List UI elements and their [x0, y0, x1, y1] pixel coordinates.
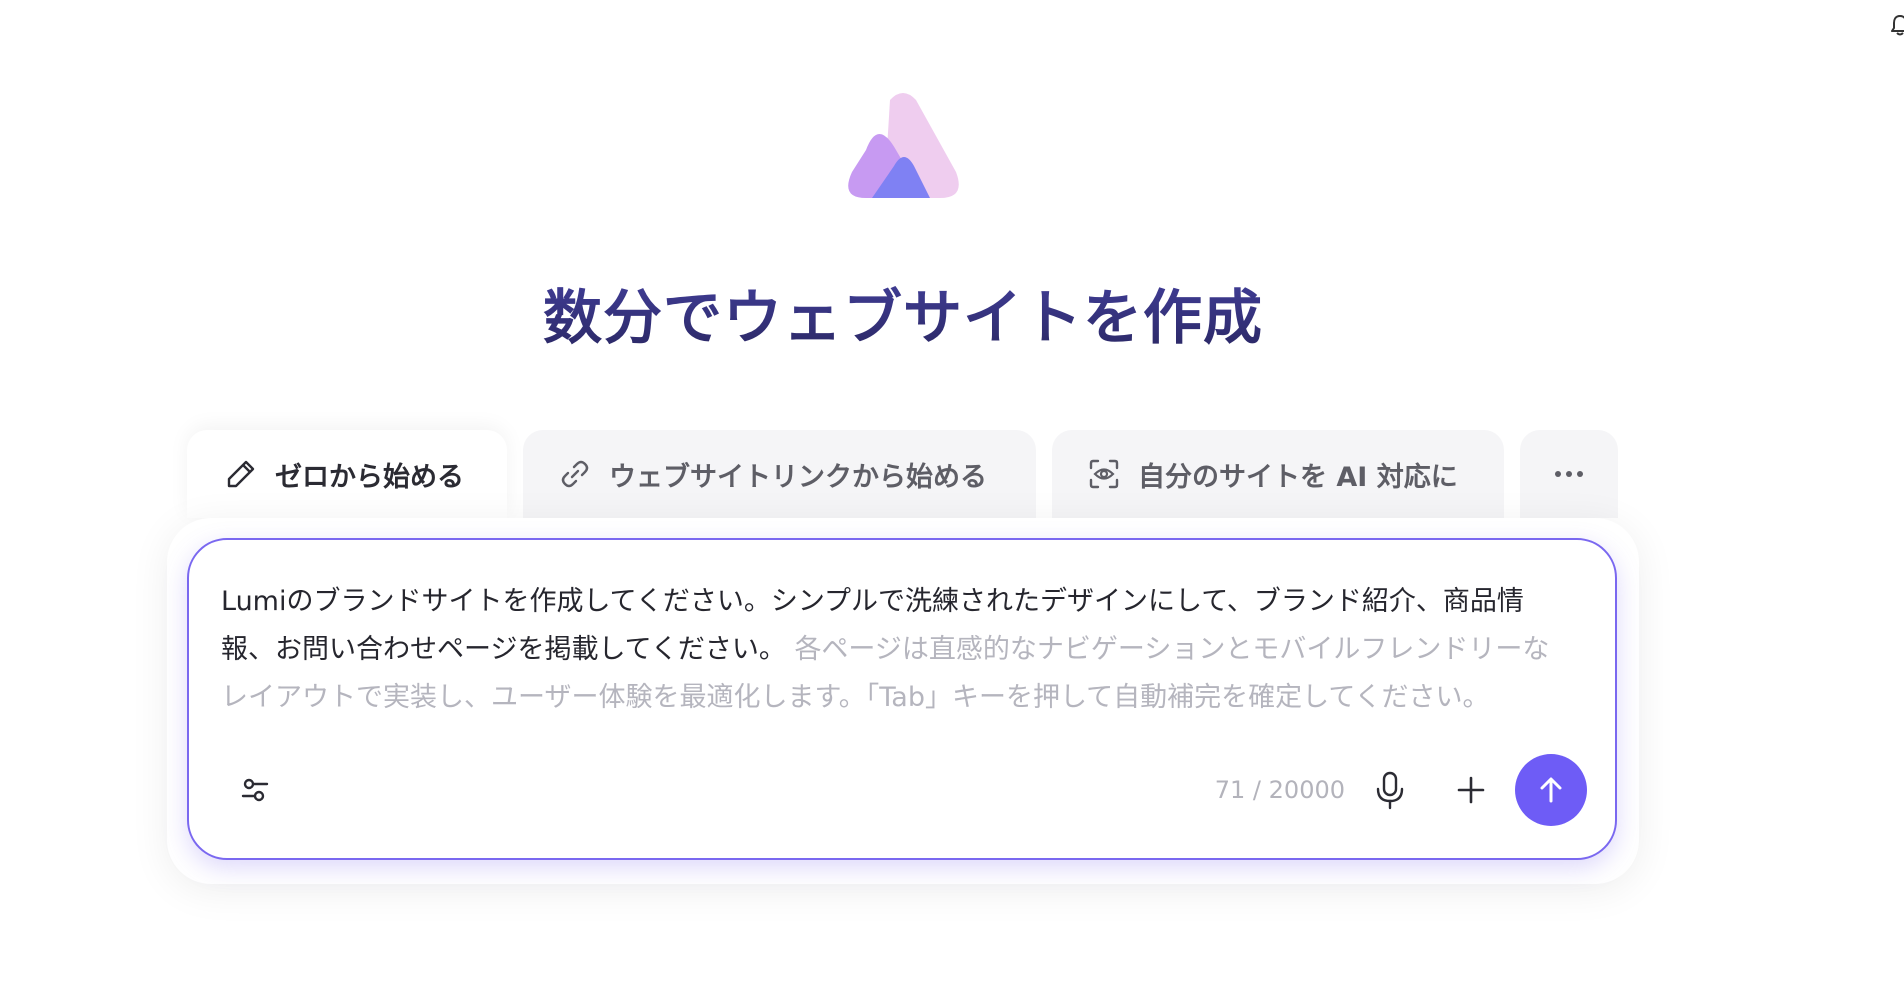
- bell-icon[interactable]: [1890, 14, 1904, 36]
- brand-logo-icon: [848, 93, 959, 198]
- character-counter: 71 / 20000: [1214, 776, 1345, 804]
- tab-more-options[interactable]: [1520, 430, 1618, 518]
- tab-label: ウェブサイトリンクから始める: [609, 461, 987, 493]
- tab-start-from-scratch[interactable]: ゼロから始める: [187, 430, 507, 518]
- add-attachment-icon[interactable]: [1452, 771, 1490, 809]
- page: 数分でウェブサイトを作成 ゼロから始める ウェブサイトリンクから始める 自分のサ…: [0, 0, 1904, 982]
- page-title: 数分でウェブサイトを作成: [0, 270, 1806, 355]
- arrow-up-icon: [1540, 777, 1562, 803]
- tab-make-site-ai-ready[interactable]: 自分のサイトを AI 対応に: [1052, 430, 1504, 518]
- link-icon: [561, 460, 589, 488]
- tab-label: ゼロから始める: [275, 461, 464, 493]
- composer-card: Lumiのブランドサイトを作成してください。シンプルで洗練されたデザインにして、…: [167, 518, 1639, 884]
- prompt-input[interactable]: Lumiのブランドサイトを作成してください。シンプルで洗練されたデザインにして、…: [221, 578, 1566, 722]
- more-icon: [1555, 471, 1583, 477]
- send-button[interactable]: [1515, 754, 1587, 826]
- prompt-composer[interactable]: Lumiのブランドサイトを作成してください。シンプルで洗練されたデザインにして、…: [187, 538, 1617, 860]
- tab-start-from-link[interactable]: ウェブサイトリンクから始める: [523, 430, 1036, 518]
- pencil-icon: [227, 460, 255, 488]
- settings-sliders-icon[interactable]: [237, 772, 273, 808]
- tab-label: 自分のサイトを AI 対応に: [1138, 461, 1458, 493]
- scan-eye-icon: [1089, 459, 1119, 489]
- microphone-icon[interactable]: [1372, 770, 1408, 810]
